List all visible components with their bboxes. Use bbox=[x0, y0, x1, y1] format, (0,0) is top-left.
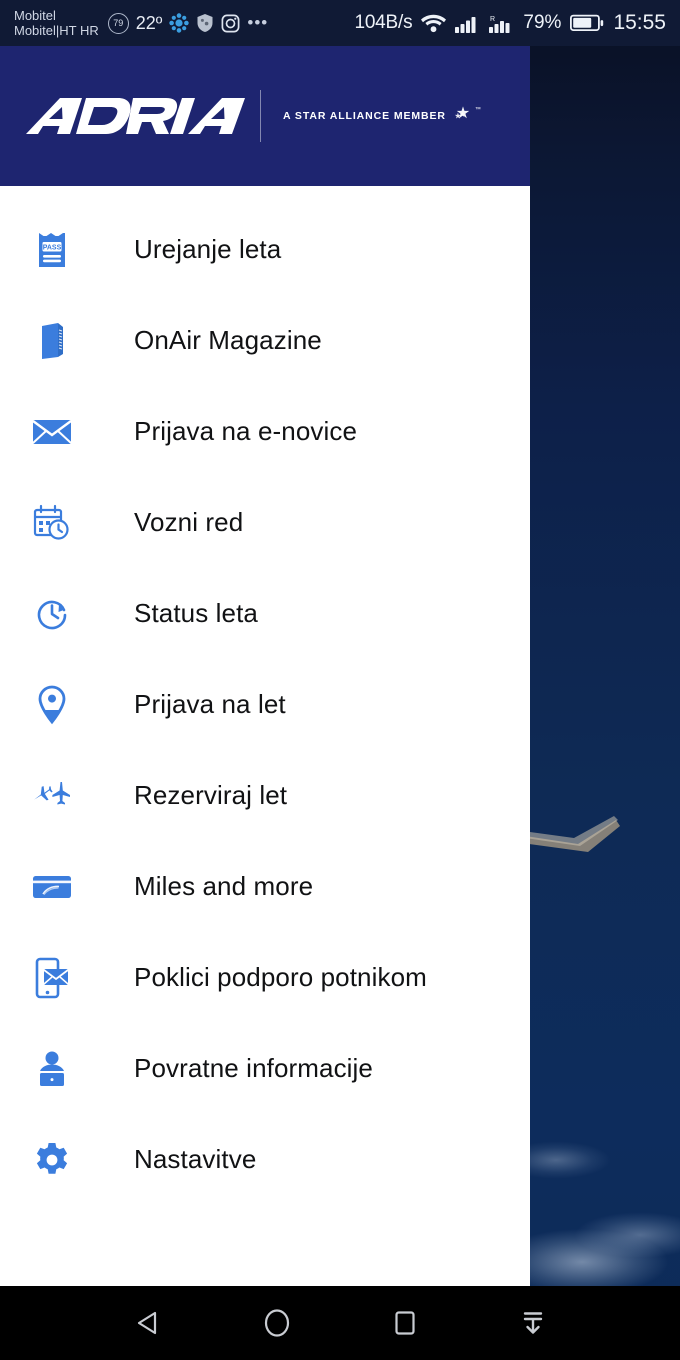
star-alliance-badge: A STAR ALLIANCE MEMBER ™ bbox=[283, 105, 481, 127]
network-speed-label: 104B/s bbox=[354, 12, 413, 33]
battery-saver-badge-icon: 79 bbox=[107, 12, 129, 34]
drawer-header: A STAR ALLIANCE MEMBER ™ bbox=[0, 46, 530, 186]
two-planes-icon bbox=[26, 779, 78, 813]
back-button[interactable] bbox=[85, 1308, 213, 1338]
menu-item-label: Prijava na e-novice bbox=[134, 416, 358, 446]
menu-item-label: Prijava na let bbox=[134, 689, 286, 719]
clock-label: 15:55 bbox=[613, 11, 666, 34]
menu-item-nastavitve[interactable]: Nastavitve bbox=[0, 1114, 530, 1205]
instagram-icon bbox=[221, 14, 240, 32]
shield-icon bbox=[197, 14, 213, 32]
menu-item-label: Vozni red bbox=[134, 507, 244, 537]
menu-item-povratne-informacije[interactable]: Povratne informacije bbox=[0, 1023, 530, 1114]
header-divider bbox=[260, 90, 261, 142]
signal-bars-roaming-icon: R bbox=[489, 16, 510, 33]
back-triangle-icon bbox=[137, 1311, 157, 1335]
battery-percent-label: 79% bbox=[523, 12, 562, 33]
menu-item-label: Urejanje leta bbox=[134, 234, 282, 264]
menu-item-label: Miles and more bbox=[134, 871, 314, 901]
boarding-pass-icon: PASS bbox=[26, 230, 78, 270]
menu-item-label: OnAir Magazine bbox=[134, 325, 322, 355]
menu-item-poklici-podporo-potnikom[interactable]: Poklici podporo potnikom bbox=[0, 932, 530, 1023]
navigation-drawer: A STAR ALLIANCE MEMBER ™ PASS Urejanje l… bbox=[0, 46, 530, 1286]
carrier-label: Mobitel Mobitel|HT HR bbox=[0, 8, 99, 38]
envelope-icon bbox=[26, 417, 78, 447]
hide-navbar-arrow-icon bbox=[523, 1312, 543, 1334]
menu-item-vozni-red[interactable]: Vozni red bbox=[0, 477, 530, 568]
map-pin-icon bbox=[26, 685, 78, 725]
magazine-book-icon bbox=[26, 321, 78, 361]
menu-item-miles-and-more[interactable]: Miles and more bbox=[0, 841, 530, 932]
home-circle-icon bbox=[264, 1309, 290, 1337]
svg-text:PASS: PASS bbox=[43, 244, 62, 251]
home-button[interactable] bbox=[213, 1307, 341, 1339]
menu-item-rezerviraj-let[interactable]: Rezerviraj let bbox=[0, 750, 530, 841]
drawer-menu: PASS Urejanje leta OnAir Magazine Prijav… bbox=[0, 186, 530, 1205]
weather-temperature-label: 22º bbox=[135, 12, 163, 33]
menu-item-onair-magazine[interactable]: OnAir Magazine bbox=[0, 295, 530, 386]
menu-item-label: Poklici podporo potnikom bbox=[134, 962, 427, 992]
weather-icon bbox=[169, 13, 190, 33]
signal-bars-icon bbox=[455, 16, 476, 33]
star-alliance-label: A STAR ALLIANCE MEMBER bbox=[283, 110, 446, 122]
calendar-clock-icon bbox=[26, 504, 78, 542]
phone-message-icon bbox=[26, 957, 78, 999]
menu-item-prijava-na-let[interactable]: Prijava na let bbox=[0, 659, 530, 750]
carrier-line-2: Mobitel|HT HR bbox=[14, 23, 99, 38]
recents-square-icon bbox=[395, 1311, 415, 1335]
wifi-icon bbox=[421, 14, 447, 32]
menu-item-prijava-na-e-novice[interactable]: Prijava na e-novice bbox=[0, 386, 530, 477]
trademark-mark: ™ bbox=[474, 107, 481, 113]
android-navigation-bar bbox=[0, 1286, 680, 1360]
credit-card-icon bbox=[26, 873, 78, 901]
clock-refresh-icon bbox=[26, 596, 78, 632]
status-bar-right-icons: 104B/s R 79% 15:55 bbox=[354, 11, 680, 35]
star-alliance-logo-icon bbox=[454, 106, 470, 119]
person-feedback-icon bbox=[26, 1049, 78, 1089]
hide-navbar-button[interactable] bbox=[469, 1307, 597, 1339]
status-bar: Mobitel Mobitel|HT HR 79 22º ••• 104B/s … bbox=[0, 0, 680, 46]
svg-text:R: R bbox=[490, 16, 495, 23]
battery-icon bbox=[570, 14, 604, 31]
menu-item-urejanje-leta[interactable]: PASS Urejanje leta bbox=[0, 204, 530, 295]
menu-item-label: Nastavitve bbox=[134, 1144, 257, 1174]
status-bar-left-icons: 79 22º ••• bbox=[107, 12, 269, 34]
recents-button[interactable] bbox=[341, 1308, 469, 1338]
menu-item-status-leta[interactable]: Status leta bbox=[0, 568, 530, 659]
menu-item-label: Rezerviraj let bbox=[134, 780, 288, 810]
gear-icon bbox=[26, 1141, 78, 1179]
overflow-dots-icon: ••• bbox=[247, 13, 269, 32]
menu-item-label: Status leta bbox=[134, 598, 258, 628]
carrier-line-1: Mobitel bbox=[14, 8, 56, 23]
menu-item-label: Povratne informacije bbox=[134, 1053, 373, 1083]
phone-screen: Mobitel Mobitel|HT HR 79 22º ••• 104B/s … bbox=[0, 0, 680, 1360]
adria-logo bbox=[26, 98, 245, 134]
